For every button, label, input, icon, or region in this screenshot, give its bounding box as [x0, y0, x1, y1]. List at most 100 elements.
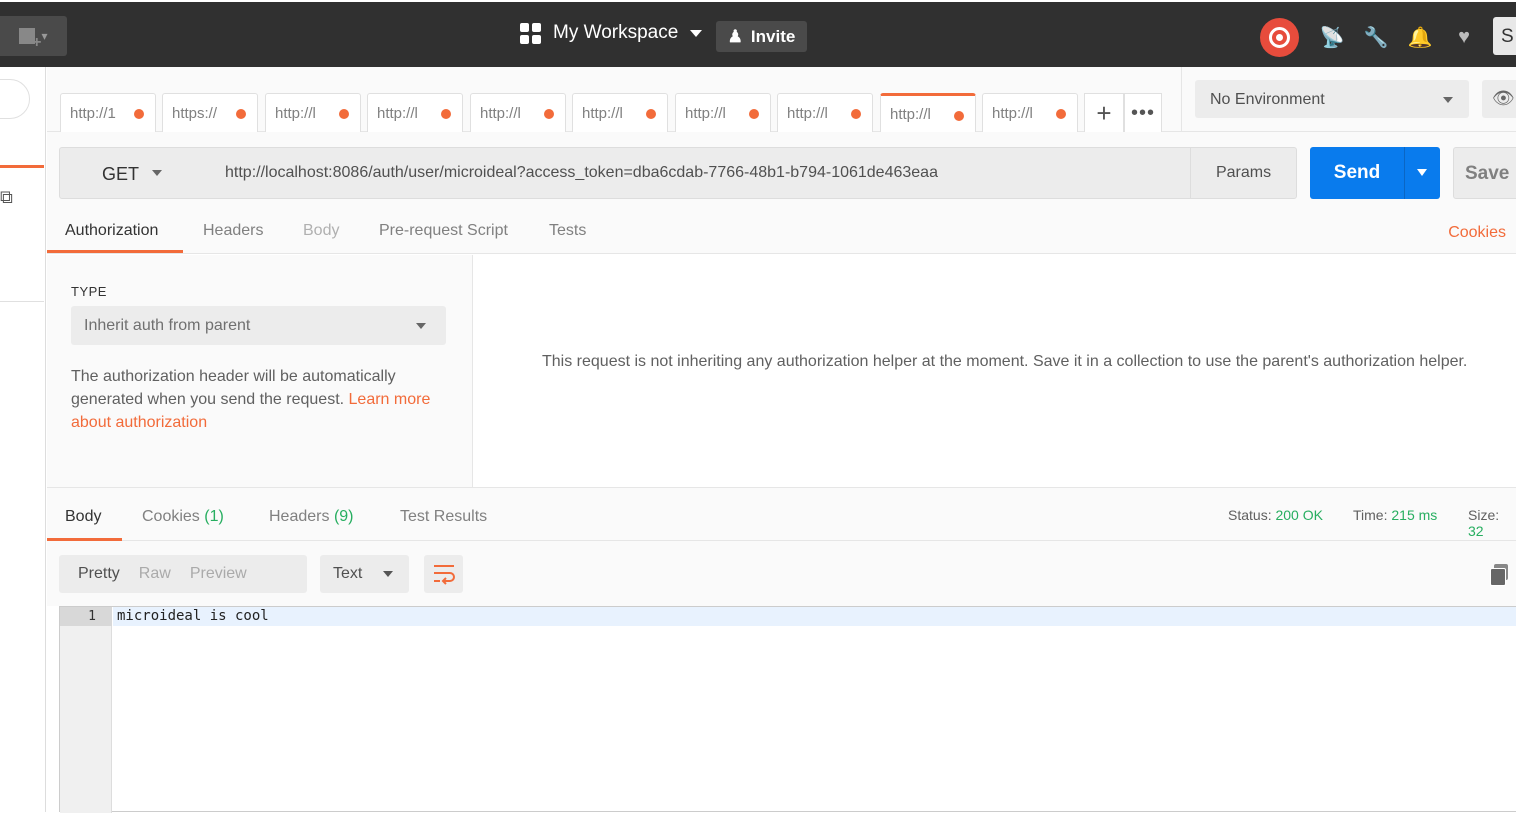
tab-authorization[interactable]: Authorization — [65, 222, 158, 240]
view-raw-button[interactable]: Raw — [139, 565, 171, 583]
unsaved-dot-icon — [441, 109, 451, 119]
chevron-down-icon — [383, 571, 393, 577]
tab-label: http://l — [275, 104, 316, 122]
tab-body[interactable]: Body — [303, 222, 339, 240]
size-readout: Size: 32 — [1468, 507, 1516, 539]
auth-type-value: Inherit auth from parent — [84, 317, 251, 334]
auth-type-panel: TYPE Inherit auth from parent The author… — [47, 255, 473, 487]
response-tabs: Body Cookies (1) Headers (9) Test Result… — [47, 487, 1516, 541]
request-tab[interactable]: http://l — [367, 93, 463, 132]
tab-label: http://l — [787, 104, 828, 122]
wrap-lines-button[interactable] — [424, 555, 463, 593]
sidebar: ⧉ — [0, 67, 46, 812]
tab-label: https:// — [172, 104, 218, 122]
type-label: TYPE — [71, 284, 107, 299]
tab-label: http://l — [582, 104, 623, 122]
tab-label: http://l — [890, 105, 931, 123]
heart-icon[interactable]: ♥ — [1453, 26, 1475, 49]
wrap-icon — [433, 565, 455, 585]
send-dropdown-button[interactable] — [1404, 147, 1440, 199]
environment-select[interactable]: No Environment — [1195, 80, 1469, 118]
chevron-down-icon — [1417, 169, 1427, 176]
request-tab[interactable]: https:// — [162, 93, 258, 132]
code-line-text: microideal is cool — [117, 608, 269, 624]
invite-label: Invite — [750, 26, 796, 46]
sync-icon[interactable] — [1260, 18, 1299, 57]
chevron-down-icon: ▾ — [41, 29, 48, 43]
tab-test-results[interactable]: Test Results — [400, 508, 487, 526]
tab-label: http://l — [480, 104, 521, 122]
params-button[interactable]: Params — [1190, 147, 1297, 199]
tab-response-headers[interactable]: Headers (9) — [269, 508, 354, 526]
copy-icon[interactable] — [1490, 564, 1508, 586]
code-line: microideal is cool — [113, 607, 1516, 626]
new-button[interactable]: ▾ — [0, 16, 67, 56]
tab-label: http://l — [377, 104, 418, 122]
url-bar: GET http://localhost:8086/auth/user/micr… — [47, 132, 1516, 214]
auth-description-text: The authorization header will be automat… — [71, 368, 396, 408]
user-menu-button[interactable]: S — [1493, 17, 1516, 55]
more-tabs-button[interactable]: ••• — [1124, 93, 1162, 132]
unsaved-dot-icon — [954, 111, 964, 121]
sidebar-divider — [0, 301, 44, 302]
eye-icon[interactable]: 👁 — [1482, 80, 1516, 118]
bell-icon[interactable]: 🔔 — [1408, 27, 1433, 49]
auth-type-select[interactable]: Inherit auth from parent — [71, 306, 446, 345]
request-tab-active[interactable]: http://l — [880, 93, 976, 132]
view-pretty-button[interactable]: Pretty — [78, 565, 120, 583]
request-tab[interactable]: http://l — [470, 93, 566, 132]
chevron-down-icon — [1443, 97, 1453, 103]
method-select[interactable]: GET — [59, 147, 211, 199]
unsaved-dot-icon — [236, 109, 246, 119]
new-icon — [19, 28, 41, 52]
format-label: Text — [333, 565, 363, 582]
satellite-icon[interactable]: 📡 — [1320, 27, 1345, 49]
method-label: GET — [102, 164, 140, 184]
new-collection-icon[interactable]: ⧉ — [0, 187, 13, 208]
unsaved-dot-icon — [1056, 109, 1066, 119]
add-user-icon: ♟ — [727, 26, 743, 46]
headers-count: (9) — [333, 508, 354, 525]
request-tabs-bar: http://1 https:// http://l http://l http… — [47, 67, 1181, 132]
tab-response-body[interactable]: Body — [65, 508, 101, 526]
wrench-icon[interactable]: 🔧 — [1364, 27, 1389, 49]
time-readout: Time: 215 ms — [1353, 507, 1437, 523]
line-gutter: 1 — [60, 607, 112, 813]
unsaved-dot-icon — [749, 109, 759, 119]
active-tab-underline — [47, 250, 183, 253]
cookies-tab-label: Cookies — [142, 508, 200, 525]
tab-prerequest-script[interactable]: Pre-request Script — [379, 222, 508, 240]
auth-message: This request is not inheriting any autho… — [542, 353, 1468, 370]
workspace-switcher[interactable]: My Workspace — [520, 22, 703, 44]
request-tab[interactable]: http://l — [777, 93, 873, 132]
size-value: 32 — [1468, 523, 1484, 539]
send-button[interactable]: Send — [1310, 147, 1404, 199]
tab-tests[interactable]: Tests — [549, 222, 586, 240]
request-tab[interactable]: http://1 — [60, 93, 156, 132]
url-input[interactable]: http://localhost:8086/auth/user/microide… — [210, 147, 1191, 199]
save-button[interactable]: Save — [1453, 147, 1516, 199]
chevron-down-icon — [416, 323, 426, 329]
chevron-down-icon — [690, 29, 703, 37]
view-mode-selector: Pretty Raw Preview — [59, 555, 307, 593]
tab-response-cookies[interactable]: Cookies (1) — [142, 508, 224, 526]
request-tab[interactable]: http://l — [982, 93, 1078, 132]
environment-bar: No Environment 👁 — [1181, 67, 1516, 132]
request-tab[interactable]: http://l — [265, 93, 361, 132]
sidebar-search[interactable] — [0, 79, 30, 119]
top-bar: ▾ My Workspace ♟ Invite 📡 🔧 🔔 ♥ S — [0, 2, 1516, 67]
request-tab[interactable]: http://l — [675, 93, 771, 132]
size-label: Size: — [1468, 507, 1500, 523]
line-number: 1 — [60, 607, 112, 626]
unsaved-dot-icon — [339, 109, 349, 119]
headers-tab-label: Headers — [269, 508, 330, 525]
response-body-editor[interactable]: 1 microideal is cool — [59, 606, 1516, 813]
cookies-link[interactable]: Cookies — [1448, 224, 1506, 242]
view-preview-button[interactable]: Preview — [190, 565, 247, 583]
invite-button[interactable]: ♟ Invite — [716, 21, 807, 52]
tab-headers[interactable]: Headers — [203, 222, 263, 240]
request-tab[interactable]: http://l — [572, 93, 668, 132]
tab-label: http://1 — [70, 104, 116, 122]
new-tab-button[interactable]: + — [1084, 93, 1124, 132]
format-select[interactable]: Text — [320, 555, 409, 593]
